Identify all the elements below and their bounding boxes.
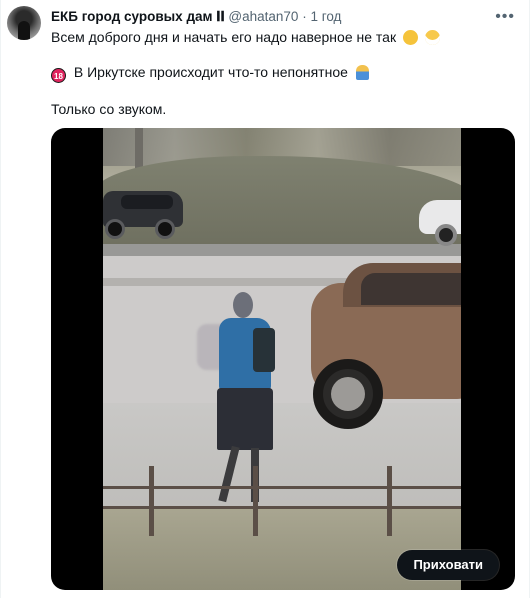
author-handle[interactable]: @ahatan70 — [228, 9, 298, 24]
brown-suv — [307, 263, 461, 433]
more-icon[interactable]: ••• — [495, 8, 515, 26]
tweet-header: ЕКБ город суровых дам 𝐈𝐈 @ahatan70 · 1 г… — [51, 9, 341, 25]
tweet-text: В Иркутске происходит что-то непонятное — [73, 64, 348, 80]
video-player[interactable]: Приховати — [51, 128, 515, 590]
tweet-text-line-1: Всем доброго дня и начать его надо навер… — [51, 29, 440, 45]
avatar[interactable] — [7, 6, 41, 40]
video-frame[interactable] — [103, 128, 461, 590]
tweet-text-line-2: 18 В Иркутске происходит что-то непонятн… — [51, 64, 369, 83]
separator: · — [302, 9, 307, 24]
grinning-face-icon — [424, 30, 440, 45]
18-plus-icon: 18 — [51, 68, 66, 83]
timestamp[interactable]: 1 год — [310, 9, 341, 24]
winking-face-icon — [402, 30, 418, 45]
author-name[interactable]: ЕКБ город суровых дам 𝐈𝐈 — [51, 9, 225, 24]
tweet-text-line-3: Только со звуком. — [51, 101, 167, 117]
hide-button[interactable]: Приховати — [397, 550, 499, 580]
tweet-text: Всем доброго дня и начать его надо навер… — [51, 29, 397, 45]
white-car — [419, 190, 461, 248]
dark-suv — [103, 183, 183, 239]
person-shrugging-icon — [355, 65, 369, 80]
fence — [103, 466, 461, 556]
